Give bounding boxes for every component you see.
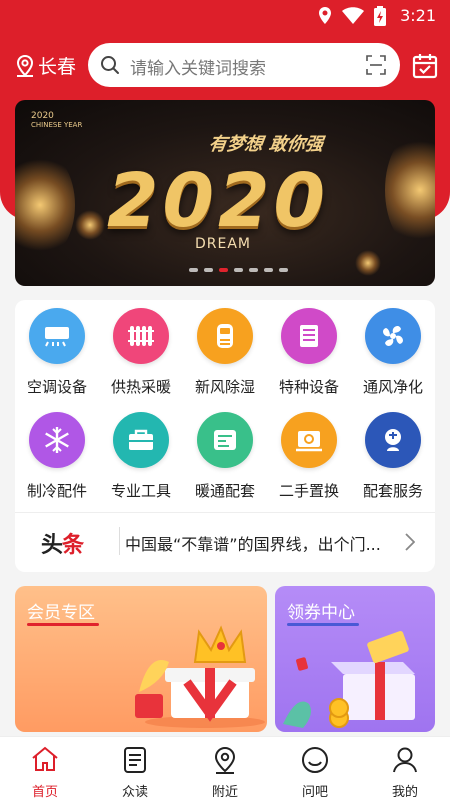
calendar-checkin-icon[interactable] xyxy=(412,53,438,79)
fan-icon xyxy=(365,308,421,364)
search-bar[interactable]: 请输入关键词搜索 xyxy=(88,43,400,87)
category-grid: 空调设备 供热采暖 新风除湿 特种设备 通风净化制冷配件 专业工具 暖通配套 二手置换 配套服务 xyxy=(15,306,435,514)
tab-label: 附近 xyxy=(211,785,238,800)
carousel-dot[interactable] xyxy=(249,268,258,272)
chat-bubble-icon xyxy=(300,745,330,779)
banner-light xyxy=(385,130,435,250)
tab-chat-bubble[interactable]: 问吧 xyxy=(270,737,360,801)
carousel-dot[interactable] xyxy=(234,268,243,272)
member-zone-title: 会员专区 xyxy=(27,603,95,623)
news-divider xyxy=(119,527,120,555)
status-icons xyxy=(318,6,386,26)
reading-icon xyxy=(120,745,150,779)
category-label: 制冷配件 xyxy=(26,482,87,500)
air-conditioner-icon xyxy=(29,308,85,364)
member-zone-underline xyxy=(27,623,99,626)
exchange-icon xyxy=(281,412,337,468)
wifi-icon xyxy=(342,7,364,24)
member-zone-card[interactable]: 会员专区 xyxy=(15,586,267,732)
category-label: 配套服务 xyxy=(362,482,423,500)
location-label: 长春 xyxy=(38,56,77,78)
carousel-dot[interactable] xyxy=(204,268,213,272)
category-label: 通风净化 xyxy=(362,378,423,396)
search-input[interactable]: 请输入关键词搜索 xyxy=(130,54,266,79)
carousel-dot[interactable] xyxy=(189,268,198,272)
hvac-kit-icon xyxy=(197,412,253,468)
banner-light xyxy=(75,210,105,240)
location-selector[interactable]: 长春 xyxy=(14,52,76,79)
category-item[interactable]: 供热采暖 xyxy=(99,306,183,410)
category-item[interactable]: 专业工具 xyxy=(99,410,183,514)
toutiao-logo: 头条 xyxy=(41,527,84,559)
tab-reading[interactable]: 众读 xyxy=(90,737,180,801)
banner-light xyxy=(355,250,381,276)
banner-year-tag-sub: CHINESE YEAR xyxy=(31,121,83,129)
carousel-dot[interactable] xyxy=(264,268,273,272)
carousel-dot[interactable] xyxy=(219,268,228,272)
snowflake-icon xyxy=(29,412,85,468)
coupon-gift-illustration xyxy=(283,631,415,728)
category-item[interactable]: 配套服务 xyxy=(351,410,435,514)
news-ticker[interactable]: 头条 中国最“不靠谱”的国界线，出个门... xyxy=(15,512,435,570)
category-label: 专业工具 xyxy=(110,482,171,500)
scan-icon[interactable] xyxy=(366,55,386,75)
battery-icon xyxy=(374,6,386,26)
category-label: 新风除湿 xyxy=(194,378,255,396)
tab-label: 众读 xyxy=(121,785,148,800)
banner-slogan: 有梦想 敢你强 xyxy=(207,134,325,155)
location-status-icon xyxy=(319,7,331,24)
home-icon xyxy=(30,745,60,779)
status-time: 3:21 xyxy=(400,6,436,25)
dehumidifier-icon xyxy=(197,308,253,364)
status-bar: 3:21 xyxy=(0,0,450,32)
banner-year-big: 2020 xyxy=(107,158,329,244)
radiator-icon xyxy=(113,308,169,364)
tab-label: 问吧 xyxy=(301,785,328,800)
crown-gift-illustration xyxy=(135,625,265,728)
category-item[interactable]: 新风除湿 xyxy=(183,306,267,410)
coupon-center-card[interactable]: 领券中心 xyxy=(275,586,435,732)
wrench-service-icon xyxy=(365,412,421,468)
bottom-tab-bar: 首页 众读 附近 问吧 我的 xyxy=(0,736,450,801)
tab-home[interactable]: 首页 xyxy=(0,737,90,801)
carousel-dots xyxy=(189,268,288,272)
tab-label: 首页 xyxy=(31,785,58,800)
category-item[interactable]: 特种设备 xyxy=(267,306,351,410)
category-card: 空调设备 供热采暖 新风除湿 特种设备 通风净化制冷配件 专业工具 暖通配套 二手置换 配套服务… xyxy=(15,300,435,572)
category-label: 暖通配套 xyxy=(194,482,255,500)
profile-icon xyxy=(390,745,420,779)
promo-banner-carousel[interactable]: 2020 CHINESE YEAR 有梦想 敢你强 2020 DREAM xyxy=(15,100,435,286)
tab-nearby-pin[interactable]: 附近 xyxy=(180,737,270,801)
category-label: 特种设备 xyxy=(278,378,339,396)
header: 长春 请输入关键词搜索 xyxy=(0,40,450,92)
category-item[interactable]: 二手置换 xyxy=(267,410,351,514)
toolbox-icon xyxy=(113,412,169,468)
location-pin-icon xyxy=(16,54,34,77)
tab-label: 我的 xyxy=(391,785,418,800)
special-equipment-icon xyxy=(281,308,337,364)
toutiao-logo-char-2: 条 xyxy=(62,533,84,558)
nearby-pin-icon xyxy=(210,745,240,779)
category-item[interactable]: 通风净化 xyxy=(351,306,435,410)
category-item[interactable]: 制冷配件 xyxy=(15,410,99,514)
category-label: 二手置换 xyxy=(278,482,339,500)
banner-dream-text: DREAM xyxy=(195,236,252,252)
chevron-right-icon[interactable] xyxy=(405,533,415,551)
category-label: 供热采暖 xyxy=(110,378,171,396)
category-label: 空调设备 xyxy=(26,378,87,396)
tab-profile[interactable]: 我的 xyxy=(360,737,450,801)
coupon-center-title: 领券中心 xyxy=(287,603,355,623)
banner-year-tag: 2020 CHINESE YEAR xyxy=(31,112,82,130)
news-headline[interactable]: 中国最“不靠谱”的国界线，出个门... xyxy=(125,531,381,555)
banner-year-tag-number: 2020 xyxy=(31,111,54,121)
carousel-dot[interactable] xyxy=(279,268,288,272)
toutiao-logo-char-1: 头 xyxy=(41,533,63,558)
category-item[interactable]: 空调设备 xyxy=(15,306,99,410)
category-item[interactable]: 暖通配套 xyxy=(183,410,267,514)
banner-light xyxy=(15,150,75,260)
search-icon xyxy=(101,56,119,74)
